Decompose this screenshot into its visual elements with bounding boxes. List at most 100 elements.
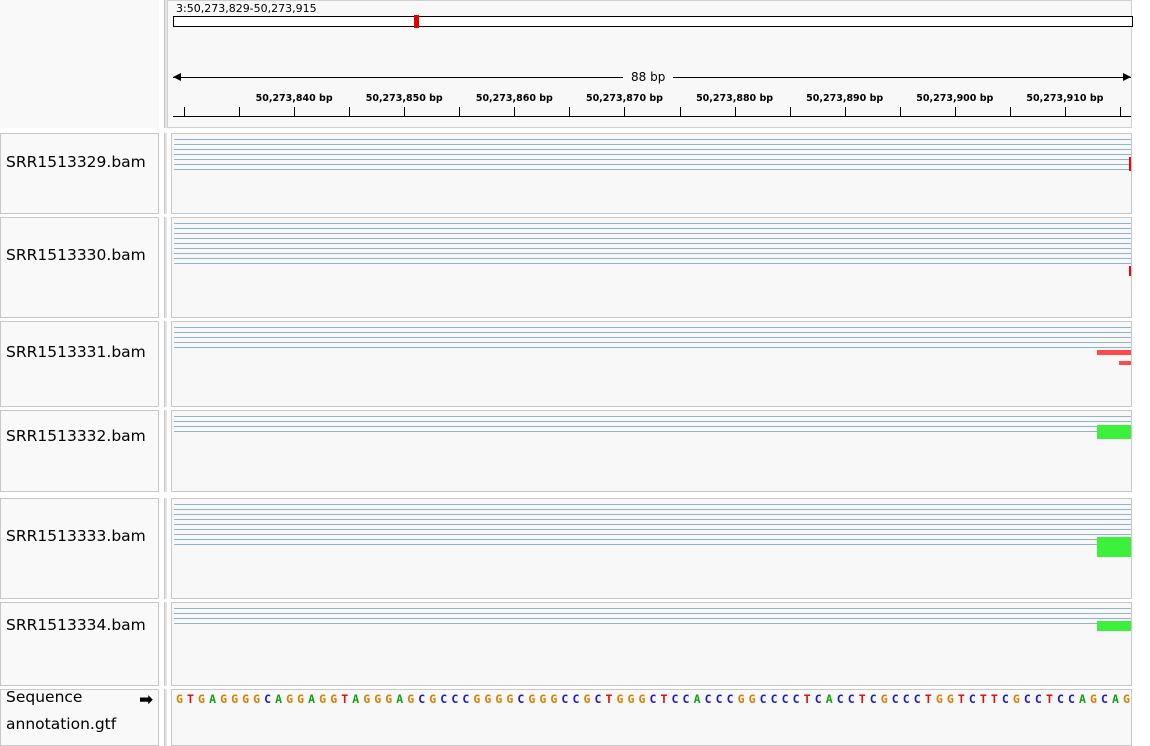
ruler-tick-label: 50,273,860 bp [475, 93, 553, 104]
sequence-base: C [572, 692, 580, 706]
read-alignment[interactable] [174, 544, 1131, 545]
track-name[interactable]: SRR1513329.bam [6, 153, 146, 171]
read-alignment[interactable] [174, 529, 1131, 530]
ruler-minor-tick [349, 107, 351, 116]
track-name[interactable]: SRR1513330.bam [6, 246, 146, 264]
read-alignment[interactable] [174, 332, 1131, 333]
sequence-base: C [682, 692, 690, 706]
read-alignment[interactable] [174, 509, 1131, 510]
track-name[interactable]: SRR1513333.bam [6, 527, 146, 545]
track-name[interactable]: SRR1513334.bam [6, 616, 146, 634]
sequence-base: G [627, 692, 635, 706]
read-alignment[interactable] [174, 431, 1131, 432]
annotation-track-name[interactable]: annotation.gtf [6, 715, 116, 733]
ruler-minor-tick [679, 107, 681, 116]
ruler-panel[interactable]: 3:50,273,829-50,273,915 88 bp 50,273,840… [167, 0, 1133, 128]
read-alignment[interactable] [174, 342, 1131, 343]
mismatch-block[interactable] [1097, 425, 1131, 439]
read-alignment[interactable] [174, 253, 1131, 254]
sequence-base: C [869, 692, 877, 706]
ruler-minor-tick [569, 107, 571, 116]
sequence-track-name[interactable]: Sequence [6, 688, 82, 706]
read-alignment[interactable] [174, 169, 1131, 170]
read-alignment[interactable] [174, 426, 1131, 427]
alignment-data-panel[interactable] [171, 321, 1132, 407]
sequence-base: G [330, 692, 338, 706]
read-alignment[interactable] [174, 248, 1131, 249]
mismatch-block[interactable] [1097, 350, 1131, 355]
read-alignment[interactable] [174, 421, 1131, 422]
read-alignment[interactable] [174, 539, 1131, 540]
read-alignment[interactable] [174, 337, 1131, 338]
track-name-panel: SRR1513332.bam [0, 410, 159, 492]
sequence-data-panel[interactable]: GTGAGGGGCAGGAGGTAGGGAGCGCCCGGGGCGGGCCGCT… [171, 689, 1132, 746]
mismatch-block[interactable] [1129, 266, 1131, 276]
read-alignment[interactable] [174, 243, 1131, 244]
read-alignment[interactable] [174, 149, 1131, 150]
sequence-base: T [803, 692, 811, 706]
read-alignment[interactable] [174, 613, 1131, 614]
ruler-minor-tick [459, 107, 461, 116]
read-alignment[interactable] [174, 504, 1131, 505]
read-alignment[interactable] [174, 228, 1131, 229]
read-alignment[interactable] [174, 238, 1131, 239]
sequence-base: A [275, 692, 283, 706]
track-name[interactable]: SRR1513332.bam [6, 427, 146, 445]
mismatch-block[interactable] [1129, 157, 1131, 171]
ruler-minor-tick [734, 107, 736, 116]
alignment-data-panel[interactable] [171, 133, 1132, 214]
sequence-base: C [715, 692, 723, 706]
ruler-minor-tick [899, 107, 901, 116]
right-arrow-icon[interactable]: ➡ [139, 690, 153, 710]
read-alignment[interactable] [174, 327, 1131, 328]
sequence-base: G [583, 692, 591, 706]
read-alignment[interactable] [174, 524, 1131, 525]
read-alignment[interactable] [174, 139, 1131, 140]
read-alignment[interactable] [174, 154, 1131, 155]
alignment-data-panel[interactable] [171, 498, 1132, 599]
sequence-base: C [1067, 692, 1075, 706]
read-alignment[interactable] [174, 618, 1131, 619]
track-name[interactable]: SRR1513331.bam [6, 343, 146, 361]
locus-label: 3:50,273,829-50,273,915 [176, 2, 317, 15]
mismatch-block[interactable] [1097, 621, 1131, 631]
sequence-base: G [880, 692, 888, 706]
ruler-minor-tick [1009, 107, 1011, 116]
read-alignment[interactable] [174, 416, 1131, 417]
ruler-tick-label: 50,273,910 bp [1026, 93, 1104, 104]
read-alignment[interactable] [174, 258, 1131, 259]
read-alignment[interactable] [174, 164, 1131, 165]
read-alignment[interactable] [174, 263, 1131, 264]
sequence-base: T [341, 692, 349, 706]
read-alignment[interactable] [174, 514, 1131, 515]
track-divider [164, 321, 167, 407]
sequence-base: G [1089, 692, 1097, 706]
sequence-base: C [759, 692, 767, 706]
sequence-base: G [484, 692, 492, 706]
mismatch-block[interactable] [1119, 361, 1131, 365]
chromosome-ideogram[interactable] [173, 15, 1133, 28]
read-alignment[interactable] [174, 623, 1131, 624]
sequence-base: G [528, 692, 536, 706]
read-alignment[interactable] [174, 159, 1131, 160]
sequence-base: C [781, 692, 789, 706]
sequence-base: G [429, 692, 437, 706]
alignment-data-panel[interactable] [171, 602, 1132, 686]
sequence-base: C [451, 692, 459, 706]
read-alignment[interactable] [174, 347, 1131, 348]
read-alignment[interactable] [174, 233, 1131, 234]
read-alignment[interactable] [174, 223, 1131, 224]
read-alignment[interactable] [174, 534, 1131, 535]
sequence-base: G [374, 692, 382, 706]
alignment-data-panel[interactable] [171, 410, 1132, 492]
read-alignment[interactable] [174, 144, 1131, 145]
read-alignment[interactable] [174, 519, 1131, 520]
read-alignment[interactable] [174, 608, 1131, 609]
alignment-data-panel[interactable] [171, 217, 1132, 318]
track-name-panel: SRR1513329.bam [0, 133, 159, 214]
left-arrow-icon [173, 73, 181, 81]
sequence-base: C [649, 692, 657, 706]
sequence-base: A [352, 692, 360, 706]
mismatch-block[interactable] [1097, 537, 1131, 557]
ruler-minor-tick [844, 107, 846, 116]
